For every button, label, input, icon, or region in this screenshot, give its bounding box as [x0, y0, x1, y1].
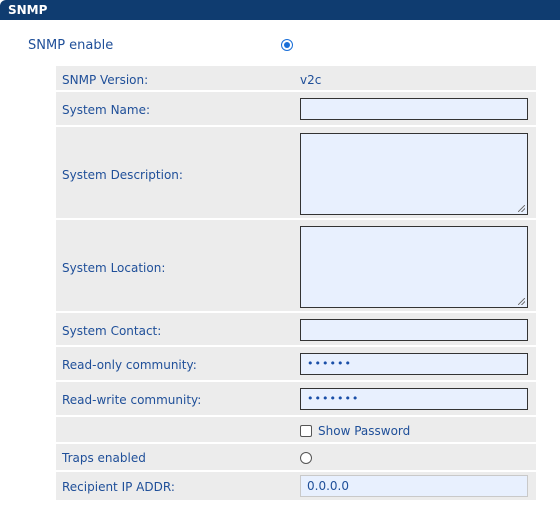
row-rw-community: Read-write community: •••••••	[56, 382, 536, 417]
row-system-location: System Location:	[56, 220, 536, 313]
row-system-name: System Name:	[56, 92, 536, 127]
rw-community-label: Read-write community:	[62, 393, 202, 407]
row-traps-enabled: Traps enabled	[56, 444, 536, 472]
snmp-version-label: SNMP Version:	[62, 73, 149, 87]
system-contact-label: System Contact:	[62, 324, 162, 338]
section-title: SNMP	[8, 3, 48, 17]
traps-enabled-label: Traps enabled	[62, 451, 146, 465]
ro-community-input[interactable]: ••••••	[300, 353, 528, 375]
row-snmp-version: SNMP Version: v2c	[56, 66, 536, 92]
system-name-input[interactable]	[300, 98, 528, 120]
snmp-enable-row: SNMP enable	[0, 30, 560, 60]
snmp-version-value: v2c	[300, 73, 322, 87]
system-name-label: System Name:	[62, 103, 151, 117]
snmp-enable-label: SNMP enable	[28, 38, 114, 53]
show-password-checkbox[interactable]	[300, 425, 312, 437]
rw-community-value: •••••••	[307, 392, 360, 405]
section-header: SNMP	[0, 0, 560, 20]
system-description-textarea[interactable]	[300, 133, 528, 215]
row-ro-community: Read-only community: ••••••	[56, 347, 536, 382]
snmp-settings-table: SNMP Version: v2c System Name: System De…	[56, 66, 536, 502]
snmp-enable-radio[interactable]	[281, 39, 293, 51]
recipient-ip-label: Recipient IP ADDR:	[62, 480, 175, 494]
ro-community-label: Read-only community:	[62, 358, 197, 372]
system-contact-input[interactable]	[300, 319, 528, 341]
row-show-password: Show Password	[56, 417, 536, 444]
row-system-description: System Description:	[56, 127, 536, 220]
row-system-contact: System Contact:	[56, 313, 536, 347]
ro-community-value: ••••••	[307, 357, 352, 370]
recipient-ip-value: 0.0.0.0	[307, 479, 349, 493]
system-location-textarea[interactable]	[300, 226, 528, 308]
system-location-label: System Location:	[62, 261, 166, 275]
row-recipient-ip: Recipient IP ADDR: 0.0.0.0	[56, 472, 536, 502]
recipient-ip-input[interactable]: 0.0.0.0	[300, 475, 528, 497]
show-password-label[interactable]: Show Password	[318, 424, 410, 438]
traps-enabled-radio[interactable]	[300, 452, 312, 464]
system-description-label: System Description:	[62, 168, 183, 182]
rw-community-input[interactable]: •••••••	[300, 388, 528, 410]
